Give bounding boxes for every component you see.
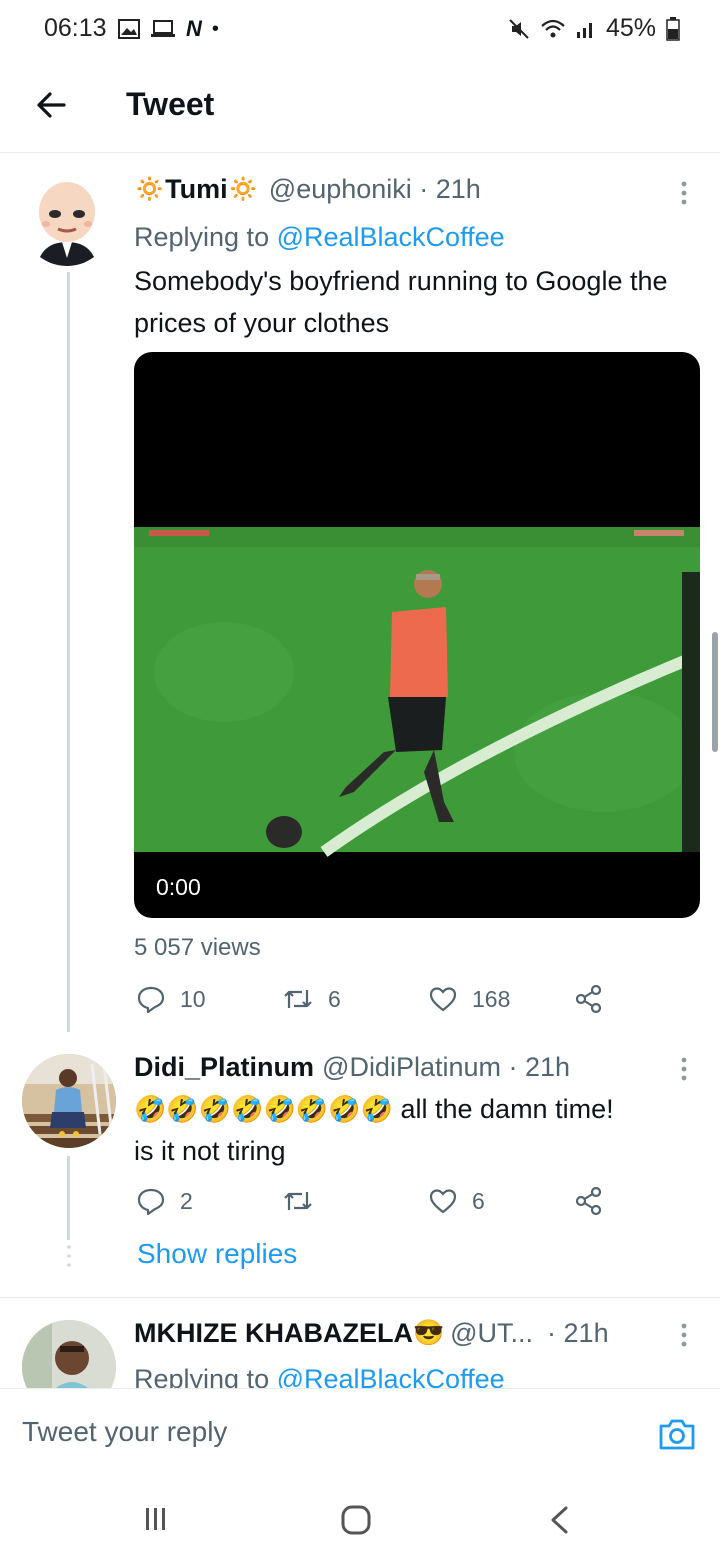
retweet-icon [284, 1192, 312, 1210]
replying-to: Replying to @RealBlackCoffee [134, 1358, 505, 1388]
mention-link[interactable]: @RealBlackCoffee [277, 222, 505, 252]
sunglasses-emoji: 😎 [412, 1319, 445, 1347]
camera-icon [659, 1419, 695, 1450]
avatar[interactable] [22, 176, 112, 266]
mute-icon [509, 18, 529, 39]
gallery-icon [118, 19, 140, 39]
thread-line [67, 272, 70, 1032]
sun-emoji: 🔅 [227, 175, 259, 203]
video-frame [134, 527, 700, 857]
replying-to: Replying to @RealBlackCoffee [134, 216, 505, 258]
status-system-icons: 45% [508, 14, 680, 43]
more-options-icon[interactable] [678, 180, 690, 206]
camera-button[interactable] [657, 1414, 697, 1454]
like-action[interactable]: 168 [428, 984, 510, 1014]
status-time: 06:13 [44, 14, 107, 42]
reply-icon [137, 986, 165, 1014]
like-action[interactable]: 6 [428, 1186, 485, 1216]
system-nav-bar [0, 1466, 720, 1560]
scrollbar-thumb[interactable] [712, 632, 718, 752]
video-timestamp: 0:00 [156, 874, 201, 900]
reply-count: 2 [180, 1187, 193, 1214]
share-icon [575, 1186, 602, 1216]
laughing-emojis: 🤣🤣🤣🤣🤣🤣🤣🤣 [134, 1094, 393, 1124]
reply-icon [137, 1188, 165, 1216]
more-options-icon[interactable] [678, 1322, 690, 1348]
tweet-text: Somebody's boyfriend running to Google t… [134, 266, 668, 338]
mention-link[interactable]: @RealBlackCoffee [277, 1364, 505, 1388]
reply-input[interactable]: Tweet your reply [22, 1416, 227, 1448]
retweet-action[interactable]: 6 [282, 984, 341, 1014]
battery-percent: 45% [605, 14, 656, 42]
display-name[interactable]: MKHIZE KHABAZELA [134, 1318, 413, 1349]
sun-emoji: 🔅 [134, 175, 166, 203]
timestamp: · 21h [547, 1318, 609, 1348]
tweet3-clip: MKHIZE KHABAZELA 😎 @UT... · 21h Replying… [0, 1298, 720, 1388]
share-action[interactable] [574, 1186, 604, 1221]
tweet-text: 🤣🤣🤣🤣🤣🤣🤣🤣 all the damn time! [134, 1088, 704, 1130]
view-count: 5 057 views [134, 934, 261, 961]
collapsed-thread-dots [66, 1244, 72, 1268]
replying-prefix: Replying to [134, 222, 277, 252]
show-replies-link[interactable]: Show replies [137, 1238, 297, 1270]
retweet-count: 6 [328, 985, 341, 1012]
boss-baby-avatar-image [22, 176, 112, 266]
n-app-icon: N [186, 16, 202, 41]
didi-avatar-image [22, 1054, 116, 1148]
page-title: Tweet [126, 86, 215, 122]
reply-action[interactable]: 10 [136, 984, 206, 1014]
tweet-header: 🔅 Tumi 🔅 @euphoniki · 21h [134, 174, 481, 205]
status-notification-icons: N • [118, 16, 219, 42]
tweet-header: MKHIZE KHABAZELA 😎 @UT... · 21h [134, 1318, 609, 1349]
heart-icon [429, 1189, 457, 1214]
tweet-text-line1: all the damn time! [392, 1094, 614, 1124]
top-app-bar [0, 60, 720, 153]
handle-timestamp[interactable]: @DidiPlatinum · 21h [322, 1052, 570, 1083]
status-bar: 06:13 N • 45% [0, 0, 720, 60]
battery-icon [666, 16, 680, 41]
thread-line [67, 1156, 70, 1240]
reply-action[interactable]: 2 [136, 1186, 193, 1216]
avatar[interactable] [22, 1320, 116, 1388]
signal-icon [576, 22, 592, 38]
laptop-icon [151, 20, 175, 37]
back-nav-icon[interactable] [548, 1504, 570, 1536]
tweet-header: Didi_Platinum @DidiPlatinum · 21h [134, 1052, 570, 1083]
more-options-icon[interactable] [678, 1056, 690, 1082]
display-name[interactable]: Didi_Platinum [134, 1052, 314, 1083]
retweet-icon [284, 990, 312, 1008]
wifi-icon [541, 19, 565, 37]
retweet-action[interactable] [282, 1186, 328, 1216]
handle-timestamp[interactable]: @euphoniki · 21h [269, 174, 481, 205]
recent-apps-icon[interactable] [144, 1506, 168, 1532]
share-icon [575, 984, 602, 1014]
mkhize-avatar-image [22, 1320, 116, 1388]
share-action[interactable] [574, 984, 604, 1019]
tweet-text-line2: is it not tiring [134, 1136, 286, 1166]
reply-count: 10 [180, 985, 206, 1012]
handle[interactable]: @UT... [450, 1318, 533, 1349]
avatar[interactable] [22, 1054, 116, 1148]
status-dot: • [211, 17, 219, 40]
video-player[interactable]: 0:00 [134, 352, 700, 918]
home-icon[interactable] [340, 1504, 372, 1536]
replying-prefix: Replying to [134, 1364, 277, 1388]
like-count: 6 [472, 1187, 485, 1214]
heart-icon [429, 987, 457, 1012]
back-arrow-icon[interactable] [34, 88, 68, 122]
like-count: 168 [472, 985, 511, 1012]
display-name[interactable]: Tumi [165, 174, 228, 205]
